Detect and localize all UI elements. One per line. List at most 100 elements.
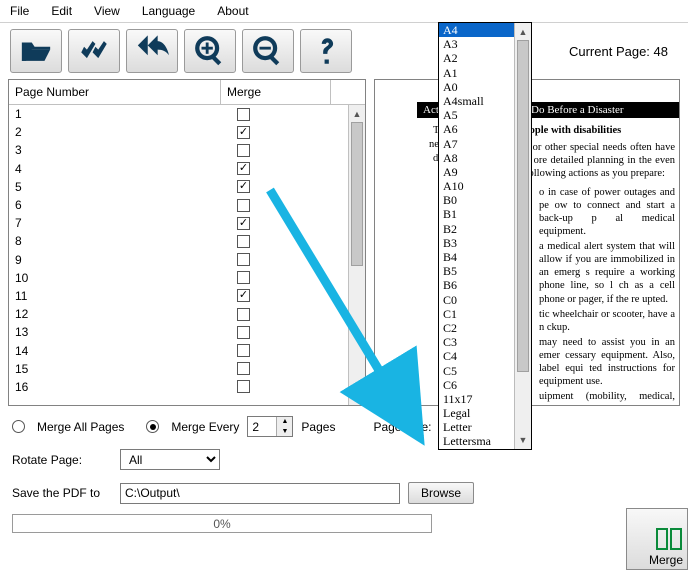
menu-about[interactable]: About	[217, 4, 248, 18]
menu-language[interactable]: Language	[142, 4, 195, 18]
table-row[interactable]: 14	[9, 341, 348, 359]
merge-checkbox[interactable]	[237, 344, 250, 357]
dropdown-item[interactable]: B6	[439, 278, 514, 292]
table-row[interactable]: 9	[9, 251, 348, 269]
merge-every-stepper[interactable]: ▲▼	[247, 416, 293, 437]
dropdown-item[interactable]: C4	[439, 349, 514, 363]
table-row[interactable]: 2✓	[9, 123, 348, 141]
dropdown-item[interactable]: A7	[439, 137, 514, 151]
chevron-up-icon[interactable]: ▲	[277, 417, 292, 427]
scroll-thumb[interactable]	[517, 40, 529, 372]
merge-checkbox[interactable]	[237, 199, 250, 212]
dropdown-item[interactable]: A3	[439, 37, 514, 51]
table-row[interactable]: 5✓	[9, 178, 348, 196]
dropdown-scrollbar[interactable]: ▲ ▼	[514, 23, 531, 449]
dropdown-item[interactable]: A1	[439, 66, 514, 80]
dropdown-item[interactable]: Letter	[439, 420, 514, 434]
table-row[interactable]: 4✓	[9, 160, 348, 178]
dropdown-item[interactable]: C3	[439, 335, 514, 349]
table-row[interactable]: 15	[9, 360, 348, 378]
table-row[interactable]: 11✓	[9, 287, 348, 305]
dropdown-item[interactable]: B4	[439, 250, 514, 264]
chevron-up-icon[interactable]: ▲	[515, 23, 531, 40]
table-row[interactable]: 3	[9, 141, 348, 159]
dropdown-item[interactable]: B2	[439, 222, 514, 236]
dropdown-item[interactable]: C1	[439, 307, 514, 321]
merge-checkbox[interactable]	[237, 271, 250, 284]
rotate-select[interactable]: All	[120, 449, 220, 470]
browse-button[interactable]: Browse	[408, 482, 474, 504]
doc-title: eople with disabilities	[525, 124, 675, 137]
dropdown-item[interactable]: B1	[439, 207, 514, 221]
column-header-merge[interactable]: Merge	[221, 80, 331, 104]
doc-bullet: a medical alert system that will allow i…	[539, 240, 675, 306]
dropdown-item[interactable]: C2	[439, 321, 514, 335]
merge-every-radio[interactable]	[146, 420, 159, 433]
grid-scrollbar[interactable]: ▲ ▼	[348, 105, 365, 405]
merge-every-value[interactable]	[248, 417, 276, 436]
zoom-in-button[interactable]	[184, 29, 236, 73]
dropdown-item[interactable]: Legal	[439, 406, 514, 420]
dropdown-item[interactable]: A8	[439, 151, 514, 165]
menu-view[interactable]: View	[94, 4, 120, 18]
table-row[interactable]: 10	[9, 269, 348, 287]
dropdown-item[interactable]: A9	[439, 165, 514, 179]
table-row[interactable]: 8	[9, 232, 348, 250]
merge-button[interactable]: Merge	[626, 508, 688, 570]
save-path-input[interactable]	[120, 483, 400, 504]
merge-checkbox[interactable]: ✓	[237, 126, 250, 139]
page-size-dropdown-popup[interactable]: A4A3A2A1A0A4smallA5A6A7A8A9A10B0B1B2B3B4…	[438, 22, 532, 450]
column-header-page[interactable]: Page Number	[9, 80, 221, 104]
dropdown-item[interactable]: C0	[439, 293, 514, 307]
merge-checkbox[interactable]	[237, 380, 250, 393]
dropdown-item[interactable]: 11x17	[439, 392, 514, 406]
table-row[interactable]: 7✓	[9, 214, 348, 232]
merge-checkbox[interactable]: ✓	[237, 217, 250, 230]
dropdown-item[interactable]: A6	[439, 122, 514, 136]
merge-checkbox[interactable]	[237, 326, 250, 339]
merge-checkbox[interactable]: ✓	[237, 162, 250, 175]
page-number-cell: 4	[9, 162, 221, 176]
dropdown-item[interactable]: B3	[439, 236, 514, 250]
merge-checkbox[interactable]	[237, 308, 250, 321]
merge-checkbox[interactable]	[237, 144, 250, 157]
table-row[interactable]: 12	[9, 305, 348, 323]
dropdown-item[interactable]: B0	[439, 193, 514, 207]
page-number-cell: 5	[9, 180, 221, 194]
undo-button[interactable]	[126, 29, 178, 73]
section-header-dobefore: Do Before a Disaster	[525, 102, 680, 118]
chevron-up-icon[interactable]: ▲	[349, 105, 365, 122]
merge-checkbox[interactable]	[237, 253, 250, 266]
table-row[interactable]: 16	[9, 378, 348, 396]
menu-edit[interactable]: Edit	[51, 4, 72, 18]
dropdown-item[interactable]: C5	[439, 364, 514, 378]
table-row[interactable]: 13	[9, 323, 348, 341]
dropdown-item[interactable]: C6	[439, 378, 514, 392]
merge-checkbox[interactable]	[237, 362, 250, 375]
help-button[interactable]	[300, 29, 352, 73]
dropdown-item[interactable]: A0	[439, 80, 514, 94]
dropdown-item[interactable]: A2	[439, 51, 514, 65]
scroll-thumb[interactable]	[351, 122, 363, 266]
menu-bar: File Edit View Language About	[0, 0, 688, 23]
apply-button[interactable]	[68, 29, 120, 73]
dropdown-item[interactable]: A4small	[439, 94, 514, 108]
merge-all-radio[interactable]	[12, 420, 25, 433]
dropdown-item[interactable]: Lettersma	[439, 434, 514, 448]
table-row[interactable]: 6	[9, 196, 348, 214]
chevron-down-icon[interactable]: ▼	[277, 427, 292, 437]
merge-checkbox[interactable]	[237, 235, 250, 248]
dropdown-item[interactable]: B5	[439, 264, 514, 278]
menu-file[interactable]: File	[10, 4, 29, 18]
merge-checkbox[interactable]	[237, 108, 250, 121]
open-button[interactable]	[10, 29, 62, 73]
merge-checkbox[interactable]: ✓	[237, 289, 250, 302]
chevron-down-icon[interactable]: ▼	[349, 388, 365, 405]
dropdown-item[interactable]: A5	[439, 108, 514, 122]
chevron-down-icon[interactable]: ▼	[515, 432, 531, 449]
dropdown-item[interactable]: A4	[439, 23, 514, 37]
table-row[interactable]: 1	[9, 105, 348, 123]
dropdown-item[interactable]: A10	[439, 179, 514, 193]
zoom-out-button[interactable]	[242, 29, 294, 73]
merge-checkbox[interactable]: ✓	[237, 180, 250, 193]
